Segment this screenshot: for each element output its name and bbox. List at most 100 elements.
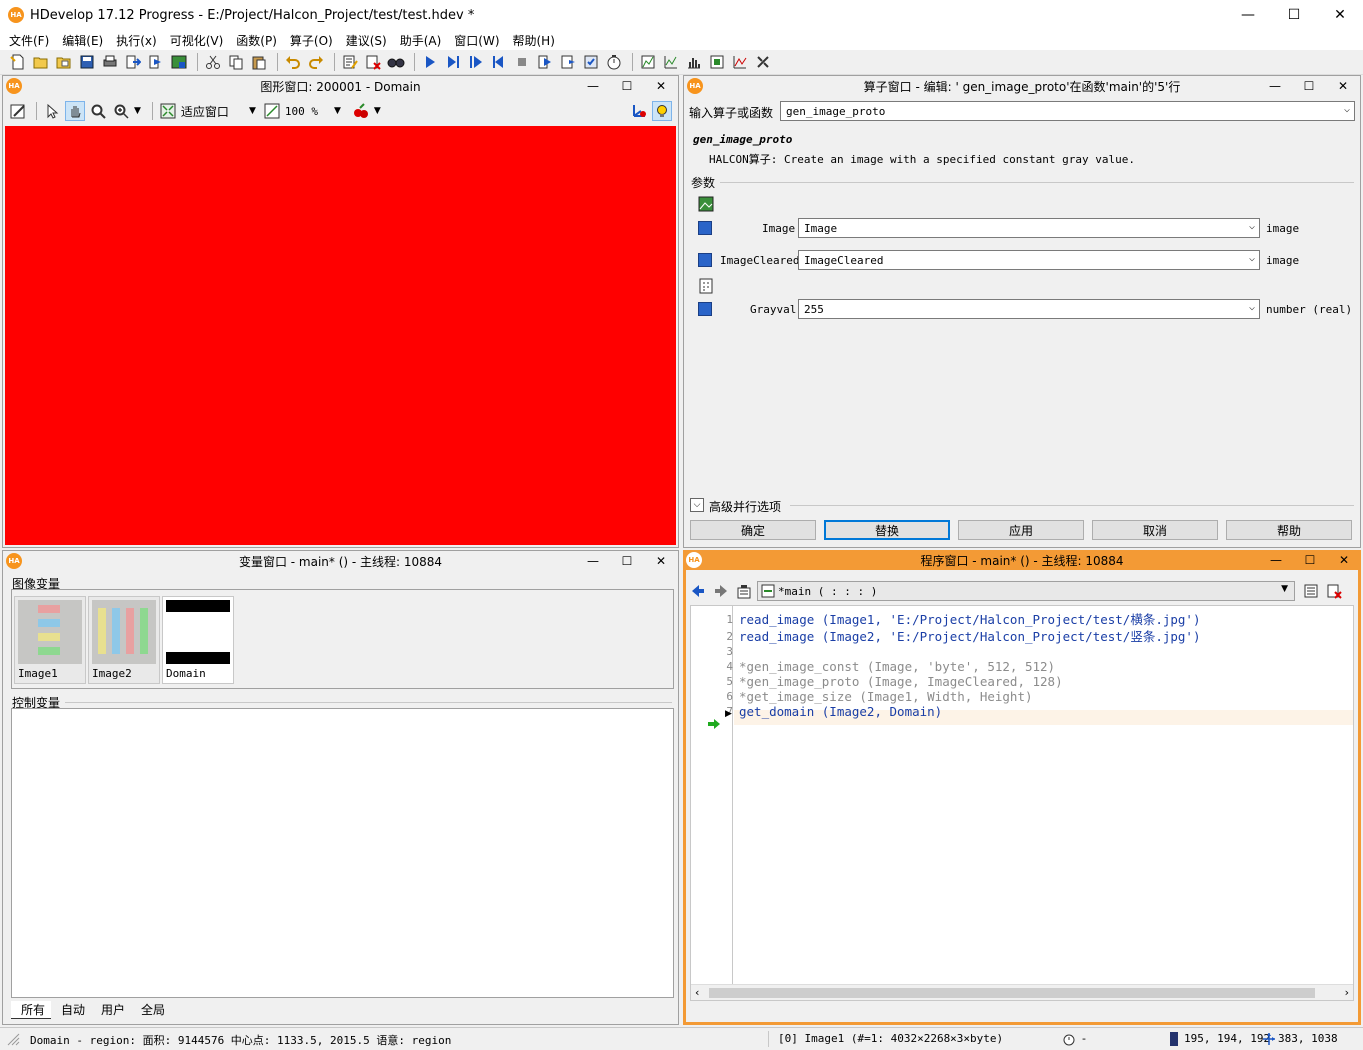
tab-global[interactable]: 全局 (131, 1001, 171, 1019)
menu-operators[interactable]: 算子(O) (285, 32, 341, 49)
image-open-icon[interactable] (169, 52, 189, 72)
back-arrow-icon[interactable] (688, 581, 708, 601)
menu-window[interactable]: 窗口(W) (449, 32, 507, 49)
menu-visualization[interactable]: 可视化(V) (165, 32, 232, 49)
panel-maximize-button[interactable]: ☐ (1293, 550, 1327, 570)
3d-axes-icon[interactable] (629, 101, 649, 121)
scroll-right-icon[interactable]: › (1345, 986, 1349, 999)
panel-close-button[interactable]: ✕ (644, 551, 678, 571)
profiler-icon[interactable] (604, 52, 624, 72)
panel-minimize-button[interactable]: — (1259, 550, 1293, 570)
code-line[interactable]: get_domain (Image2, Domain) (739, 704, 942, 719)
control-vars-area[interactable] (11, 708, 674, 998)
code-line[interactable]: *get_image_size (Image1, Width, Height) (739, 689, 1033, 704)
code-line[interactable]: read_image (Image2, 'E:/Project/Halcon_P… (739, 629, 1201, 644)
minimize-button[interactable]: — (1225, 0, 1271, 30)
panel-close-button[interactable]: ✕ (644, 76, 678, 96)
chevron-down-icon[interactable]: ⌵ (1344, 104, 1350, 115)
copy-icon[interactable] (226, 52, 246, 72)
param-value-imagecleared[interactable]: ImageCleared ⌵ (798, 250, 1260, 270)
tab-auto[interactable]: 自动 (51, 1001, 91, 1019)
open-recent-icon[interactable] (54, 52, 74, 72)
undo-icon[interactable] (283, 52, 303, 72)
fit-window-label[interactable]: 适应窗口 (181, 103, 229, 120)
run-icon[interactable] (420, 52, 440, 72)
color-icon[interactable] (351, 101, 371, 121)
delete-lines-icon[interactable] (363, 52, 383, 72)
procedure-list-icon[interactable] (1301, 581, 1321, 601)
gray-histogram-icon[interactable] (638, 52, 658, 72)
panel-minimize-button[interactable]: — (576, 551, 610, 571)
procedure-edit-icon[interactable] (734, 581, 754, 601)
forward-arrow-icon[interactable] (711, 581, 731, 601)
browse-icon[interactable] (146, 52, 166, 72)
zoom-dropdown-chevron-down-icon[interactable]: ▼ (134, 106, 141, 116)
reset-program-icon[interactable] (581, 52, 601, 72)
horizontal-scrollbar[interactable]: ‹ › (691, 984, 1353, 1000)
edit-mode-icon[interactable] (8, 101, 28, 121)
code-line[interactable]: *gen_image_proto (Image, ImageCleared, 1… (739, 674, 1063, 689)
zoom-window-icon[interactable] (753, 52, 773, 72)
print-icon[interactable] (100, 52, 120, 72)
menu-file[interactable]: 文件(F) (4, 32, 57, 49)
step-back-icon[interactable] (489, 52, 509, 72)
image-var-thumb[interactable]: Image1 (14, 596, 86, 684)
zoom-icon[interactable] (88, 101, 108, 121)
param-value-image[interactable]: Image ⌵ (798, 218, 1260, 238)
help-button[interactable]: 帮助 (1226, 520, 1352, 540)
paste-icon[interactable] (249, 52, 269, 72)
feature-inspection-icon[interactable] (707, 52, 727, 72)
redo-icon[interactable] (306, 52, 326, 72)
zoom-in-icon[interactable] (111, 101, 131, 121)
ocv-icon[interactable] (730, 52, 750, 72)
advanced-options-toggle[interactable]: ⌵ (690, 498, 704, 512)
menu-edit[interactable]: 编辑(E) (57, 32, 111, 49)
panel-close-button[interactable]: ✕ (1326, 76, 1360, 96)
edit-lines-icon[interactable] (340, 52, 360, 72)
scrollbar-thumb[interactable] (709, 988, 1315, 998)
close-button[interactable]: ✕ (1317, 0, 1363, 30)
code-line[interactable]: *gen_image_const (Image, 'byte', 512, 51… (739, 659, 1055, 674)
zoom-percent-icon[interactable] (262, 101, 282, 121)
step-over-icon[interactable] (466, 52, 486, 72)
panel-maximize-button[interactable]: ☐ (1292, 76, 1326, 96)
zoom-percent-chevron-down-icon[interactable]: ▼ (334, 106, 341, 116)
stop-icon[interactable] (512, 52, 532, 72)
scroll-left-icon[interactable]: ‹ (695, 986, 699, 999)
tab-user[interactable]: 用户 (91, 1001, 131, 1019)
step-icon[interactable] (443, 52, 463, 72)
maximize-button[interactable]: ☐ (1271, 0, 1317, 30)
save-icon[interactable] (77, 52, 97, 72)
open-file-icon[interactable] (31, 52, 51, 72)
pointer-icon[interactable] (42, 101, 62, 121)
replace-button[interactable]: 替换 (824, 520, 950, 540)
panel-maximize-button[interactable]: ☐ (610, 551, 644, 571)
image-var-thumb[interactable]: Domain (162, 596, 234, 684)
procedure-select[interactable]: * main ( : : : ) ▼ (757, 581, 1295, 601)
panel-close-button[interactable]: ✕ (1327, 550, 1361, 570)
panel-minimize-button[interactable]: — (1258, 76, 1292, 96)
menu-execute[interactable]: 执行(x) (111, 32, 164, 49)
menu-suggestions[interactable]: 建议(S) (341, 32, 395, 49)
menu-help[interactable]: 帮助(H) (508, 32, 563, 49)
find-icon[interactable] (386, 52, 406, 72)
image-var-thumb[interactable]: Image2 (88, 596, 160, 684)
line-profile-icon[interactable] (661, 52, 681, 72)
cancel-button[interactable]: 取消 (1092, 520, 1218, 540)
step-out-icon[interactable] (558, 52, 578, 72)
panel-minimize-button[interactable]: — (576, 76, 610, 96)
chevron-down-icon[interactable]: ▼ (1281, 584, 1288, 594)
fit-window-chevron-down-icon[interactable]: ▼ (249, 106, 256, 116)
ok-button[interactable]: 确定 (690, 520, 816, 540)
chevron-down-icon[interactable]: ⌵ (1249, 302, 1255, 313)
graphics-canvas[interactable] (5, 126, 676, 545)
color-chevron-down-icon[interactable]: ▼ (374, 106, 381, 116)
export-icon[interactable] (123, 52, 143, 72)
lightbulb-icon[interactable] (652, 101, 672, 121)
pan-hand-icon[interactable] (65, 101, 85, 121)
fit-window-icon[interactable] (158, 101, 178, 121)
operator-input[interactable]: gen_image_proto ⌵ (780, 101, 1355, 121)
tab-all[interactable]: 所有 (11, 1001, 52, 1019)
code-line[interactable]: read_image (Image1, 'E:/Project/Halcon_P… (739, 612, 1201, 627)
chevron-down-icon[interactable]: ⌵ (1249, 221, 1255, 232)
